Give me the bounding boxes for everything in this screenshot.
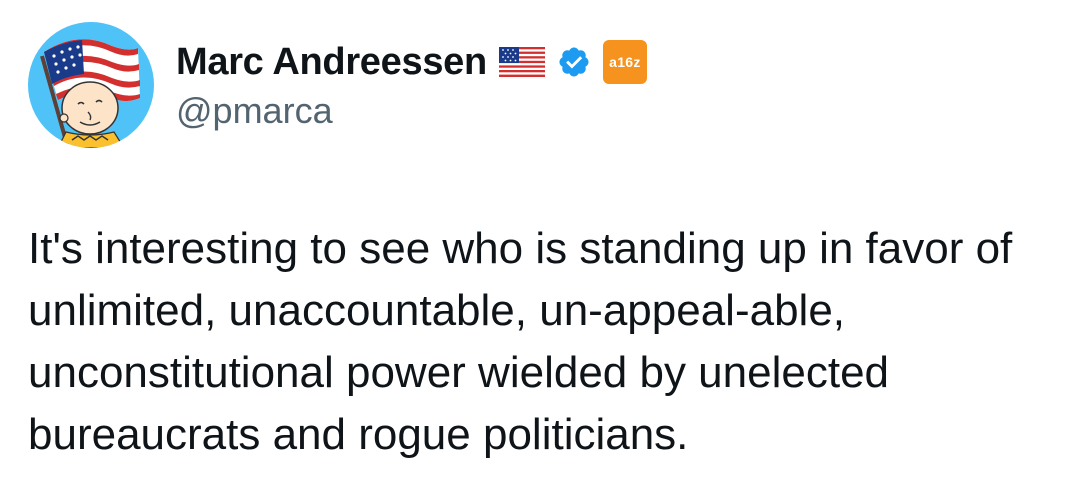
affiliate-label: a16z (609, 54, 641, 70)
tweet-text: It's interesting to see who is standing … (28, 224, 1025, 459)
tweet-header: Marc Andreessen a16z @pmarca (28, 22, 647, 148)
verified-badge-icon[interactable] (557, 45, 591, 79)
avatar[interactable] (28, 22, 154, 148)
affiliate-badge[interactable]: a16z (602, 40, 647, 84)
avatar-flag-character-icon (28, 22, 154, 148)
flag-usa-icon (498, 47, 545, 77)
display-name[interactable]: Marc Andreessen (176, 41, 487, 84)
author-handle[interactable]: @pmarca (176, 90, 647, 132)
tweet: Marc Andreessen a16z @pmarca It's intere… (0, 0, 1070, 494)
name-row: Marc Andreessen a16z (176, 38, 647, 86)
author-names: Marc Andreessen a16z @pmarca (176, 38, 647, 132)
